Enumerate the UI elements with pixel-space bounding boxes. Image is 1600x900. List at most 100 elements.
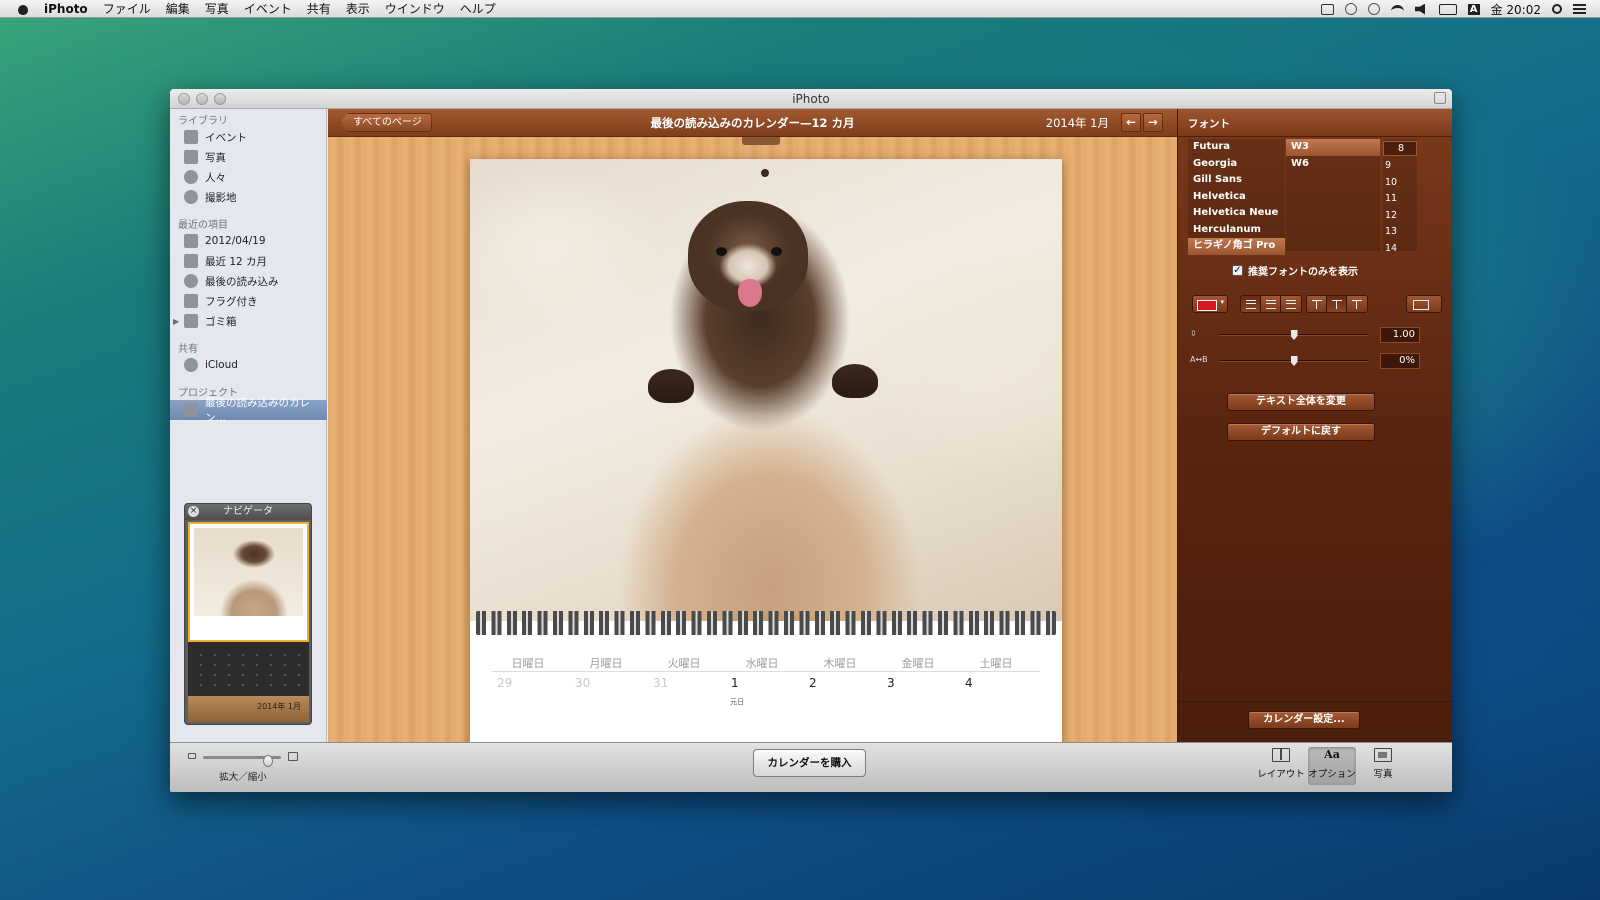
change-all-text-button[interactable]: テキスト全体を変更 (1227, 393, 1375, 411)
recommended-fonts-checkbox[interactable]: ✓ (1232, 265, 1243, 276)
layout-button[interactable]: レイアウト (1257, 747, 1305, 785)
font-weight-list[interactable]: W3 W6 (1286, 139, 1380, 251)
navigator-page-preview[interactable]: 2014年 1月 (188, 522, 309, 722)
options-button[interactable]: Aa オプション (1308, 747, 1356, 785)
zoom-out-icon[interactable] (188, 753, 196, 759)
sidebar-item-flagged[interactable]: フラグ付き (170, 291, 327, 311)
font-option[interactable]: Futura (1188, 139, 1285, 156)
airplay-icon[interactable] (1320, 3, 1334, 15)
line-spacing-slider[interactable] (1220, 330, 1368, 340)
align-top-icon[interactable] (1307, 296, 1327, 312)
zoom-in-icon[interactable] (288, 752, 298, 761)
align-right-icon[interactable] (1281, 296, 1301, 312)
sidebar-item-calendar-project[interactable]: 最後の読み込みのカレン… (170, 397, 327, 424)
volume-icon[interactable] (1414, 3, 1425, 15)
day-cell[interactable]: 31 (653, 676, 668, 690)
menu-view[interactable]: 表示 (346, 0, 370, 17)
line-spacing-row: ⇳ 1.00 (1190, 327, 1440, 343)
menu-window[interactable]: ウインドウ (385, 0, 445, 17)
font-size-list[interactable]: 8 9 10 11 12 13 14 (1383, 139, 1417, 254)
page-drag-handle[interactable] (742, 137, 780, 145)
line-spacing-value[interactable]: 1.00 (1380, 327, 1420, 343)
day-cell[interactable]: 30 (575, 676, 590, 690)
sidebar-item-faces[interactable]: 人々 (170, 167, 327, 187)
reset-defaults-button[interactable]: デフォルトに戻す (1227, 423, 1375, 441)
sidebar-item-label: 2012/04/19 (205, 235, 266, 247)
day-cell[interactable]: 2 (809, 676, 817, 690)
apple-menu-icon[interactable] (16, 2, 30, 16)
day-cell[interactable]: 3 (887, 676, 895, 690)
ferret-eye-image (771, 247, 782, 256)
fullscreen-icon[interactable] (1434, 92, 1446, 104)
day-cell[interactable]: 4 (965, 676, 973, 690)
character-spacing-slider[interactable] (1220, 356, 1368, 366)
menubar-clock[interactable]: 金 20:02 (1491, 1, 1541, 18)
sidebar-item-last-import[interactable]: 最後の読み込み (170, 271, 327, 291)
size-option[interactable]: 13 (1383, 224, 1417, 241)
align-middle-icon[interactable] (1327, 296, 1347, 312)
sidebar-item-label: 最後の読み込みのカレン… (205, 397, 310, 424)
zoom-slider-knob[interactable] (263, 755, 273, 767)
calendar-settings-button[interactable]: カレンダー設定... (1248, 711, 1360, 729)
size-option[interactable]: 10 (1383, 175, 1417, 192)
minimize-window-icon[interactable] (196, 93, 208, 105)
size-option[interactable]: 9 (1383, 158, 1417, 175)
align-center-icon[interactable] (1261, 296, 1281, 312)
menu-app-name[interactable]: iPhoto (44, 2, 88, 16)
font-option-selected[interactable]: ヒラギノ角ゴ Pro (1188, 238, 1285, 255)
sidebar-item-event-date[interactable]: 2012/04/19 (170, 231, 327, 251)
font-option[interactable]: Herculanum (1188, 222, 1285, 239)
weight-option[interactable]: W6 (1286, 156, 1380, 173)
size-option[interactable]: 12 (1383, 208, 1417, 225)
sidebar-item-places[interactable]: 撮影地 (170, 187, 327, 207)
font-option[interactable]: Gill Sans (1188, 172, 1285, 189)
font-option[interactable]: Helvetica (1188, 189, 1285, 206)
character-spacing-knob[interactable] (1290, 356, 1298, 366)
buy-calendar-button[interactable]: カレンダーを購入 (753, 749, 866, 777)
menu-edit[interactable]: 編集 (166, 0, 190, 17)
battery-icon[interactable] (1438, 3, 1457, 15)
size-option[interactable]: 11 (1383, 191, 1417, 208)
time-machine-icon[interactable] (1344, 3, 1357, 15)
align-bottom-icon[interactable] (1347, 296, 1367, 312)
calendar-photo[interactable] (470, 159, 1062, 621)
columns-menu-button[interactable] (1406, 295, 1442, 313)
bluetooth-icon[interactable] (1367, 3, 1380, 15)
font-option[interactable]: Georgia (1188, 156, 1285, 173)
close-navigator-icon[interactable]: × (188, 506, 199, 517)
sidebar-item-last-12-months[interactable]: 最近 12 カ月 (170, 251, 327, 271)
sidebar-item-events[interactable]: イベント (170, 127, 327, 147)
notification-center-icon[interactable] (1573, 4, 1586, 14)
wifi-icon[interactable] (1390, 5, 1404, 13)
align-left-icon[interactable] (1241, 296, 1261, 312)
day-cell[interactable]: 29 (497, 676, 512, 690)
weight-option-selected[interactable]: W3 (1286, 139, 1380, 156)
photos-browser-button[interactable]: 写真 (1359, 747, 1407, 785)
zoom-window-icon[interactable] (214, 93, 226, 105)
disclosure-triangle-icon[interactable]: ▶ (173, 317, 179, 326)
font-family-list[interactable]: Futura Georgia Gill Sans Helvetica Helve… (1188, 139, 1285, 255)
font-option[interactable]: Helvetica Neue (1188, 205, 1285, 222)
menu-help[interactable]: ヘルプ (460, 0, 496, 17)
previous-month-button[interactable]: ← (1121, 113, 1141, 132)
size-option[interactable]: 14 (1383, 241, 1417, 258)
input-source-icon[interactable]: A (1467, 3, 1480, 15)
menu-share[interactable]: 共有 (307, 0, 331, 17)
menu-photos[interactable]: 写真 (205, 0, 229, 17)
line-spacing-knob[interactable] (1290, 330, 1298, 340)
font-size-field[interactable]: 8 (1383, 141, 1417, 156)
spotlight-icon[interactable] (1552, 4, 1562, 14)
day-cell[interactable]: 1 (731, 676, 739, 690)
close-window-icon[interactable] (178, 93, 190, 105)
sidebar-item-icloud[interactable]: iCloud (170, 355, 327, 375)
text-color-picker[interactable] (1192, 295, 1228, 313)
menu-file[interactable]: ファイル (103, 0, 151, 17)
sidebar-item-photos[interactable]: 写真 (170, 147, 327, 167)
editor-header: すべてのページ 最後の読み込みのカレンダー—12 カ月 2014年 1月 ← → (328, 109, 1177, 137)
recommended-fonts-option[interactable]: ✓ 推奨フォントのみを表示 (1232, 263, 1358, 278)
zoom-slider[interactable] (203, 755, 281, 767)
sidebar-item-trash[interactable]: ▶ ゴミ箱 (170, 311, 327, 331)
next-month-button[interactable]: → (1143, 113, 1163, 132)
character-spacing-value[interactable]: 0% (1380, 353, 1420, 369)
menu-events[interactable]: イベント (244, 0, 292, 17)
